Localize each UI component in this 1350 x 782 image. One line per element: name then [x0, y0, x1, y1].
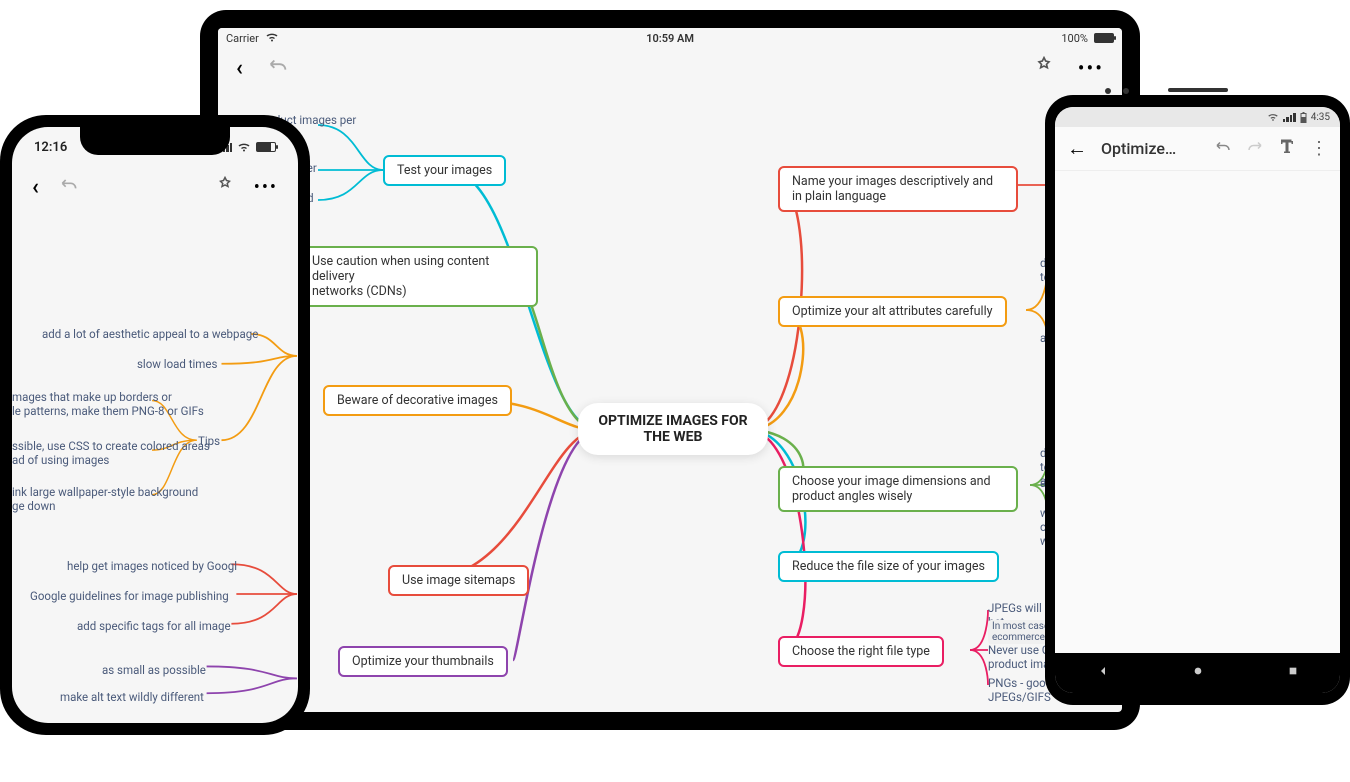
- leaf-t1: mages that make up borders or le pattern…: [12, 390, 204, 418]
- ipad-screen: Carrier 10:59 AM 100% ‹: [218, 28, 1122, 712]
- node-test-images[interactable]: Test your images: [383, 155, 506, 186]
- node-naming[interactable]: Name your images descriptively and in pl…: [778, 166, 1018, 212]
- iphone-canvas[interactable]: add a lot of aesthetic appeal to a webpa…: [12, 207, 298, 723]
- redo-button[interactable]: [1246, 138, 1264, 160]
- android-toolbar: ← Optimize… ⋮: [1055, 127, 1340, 171]
- leaf-th1: as small as possible: [102, 663, 206, 677]
- mindmap-canvas[interactable]: OPTIMIZE IMAGES FOR THE WEB Test your im…: [218, 88, 1122, 712]
- iphone-toolbar: ‹ •••: [12, 167, 298, 207]
- android-statusbar: 4:35: [1055, 107, 1340, 127]
- style-button[interactable]: [216, 176, 234, 198]
- nav-recent[interactable]: [1285, 663, 1301, 683]
- leaf-s2: Google guidelines for image publishing: [30, 589, 229, 603]
- android-navbar: [1055, 653, 1340, 693]
- android-frame: 4:35 ← Optimize… ⋮: [1045, 95, 1350, 705]
- wifi-icon: [237, 142, 251, 152]
- back-button[interactable]: ←: [1067, 136, 1087, 161]
- ipad-time: 10:59 AM: [646, 32, 694, 45]
- node-decorative[interactable]: Beware of decorative images: [323, 385, 512, 416]
- ipad-statusbar: Carrier 10:59 AM 100%: [218, 28, 1122, 48]
- ipad-battery-label: 100%: [1061, 32, 1088, 45]
- node-thumbnails[interactable]: Optimize your thumbnails: [338, 646, 508, 677]
- node-sitemaps[interactable]: Use image sitemaps: [388, 565, 529, 596]
- ipad-toolbar: ‹ •••: [218, 48, 1122, 88]
- more-button[interactable]: •••: [1078, 56, 1104, 80]
- nav-back[interactable]: [1095, 663, 1111, 683]
- battery-icon: [1094, 33, 1114, 43]
- undo-button[interactable]: [1214, 138, 1232, 160]
- leaf-s3: add specific tags for all image: [77, 619, 231, 633]
- ipad-carrier: Carrier: [226, 32, 259, 45]
- back-button[interactable]: ‹: [32, 175, 39, 200]
- android-canvas[interactable]: [1055, 171, 1340, 653]
- center-node[interactable]: OPTIMIZE IMAGES FOR THE WEB: [578, 403, 768, 455]
- format-button[interactable]: [1278, 138, 1296, 160]
- node-filesize[interactable]: Reduce the file size of your images: [778, 551, 999, 582]
- leaf-t3: ink large wallpaper-style background ge …: [12, 485, 198, 513]
- nav-home[interactable]: [1190, 663, 1206, 683]
- ipad-frame: Carrier 10:59 AM 100% ‹: [200, 10, 1140, 730]
- style-button[interactable]: [1034, 56, 1054, 80]
- android-speaker: [1168, 88, 1228, 92]
- android-screen: 4:35 ← Optimize… ⋮: [1055, 107, 1340, 693]
- back-button[interactable]: ‹: [236, 56, 243, 81]
- node-dimensions[interactable]: Choose your image dimensions and product…: [778, 466, 1018, 512]
- android-title: Optimize…: [1101, 139, 1200, 158]
- leaf-s1: help get images noticed by Googl: [67, 559, 237, 573]
- undo-button[interactable]: [267, 55, 289, 81]
- battery-icon: [256, 142, 276, 152]
- android-time: 4:35: [1311, 112, 1330, 123]
- battery-icon: [1300, 112, 1307, 123]
- more-button[interactable]: ⋮: [1310, 138, 1328, 159]
- leaf-t2: ssible, use CSS to create colored areas …: [12, 439, 210, 467]
- more-button[interactable]: •••: [254, 177, 278, 198]
- iphone-screen: 12:16 ‹ •••: [12, 127, 298, 723]
- node-alt[interactable]: Optimize your alt attributes carefully: [778, 296, 1007, 327]
- iphone-time: 12:16: [34, 140, 67, 155]
- android-sensors: [1105, 88, 1129, 94]
- signal-icon: [1283, 113, 1296, 122]
- wifi-icon: [1267, 112, 1279, 122]
- iphone-notch: [80, 127, 230, 155]
- iphone-frame: 12:16 ‹ •••: [0, 115, 310, 735]
- leaf-d1: add a lot of aesthetic appeal to a webpa…: [42, 327, 258, 341]
- node-cdn[interactable]: Use caution when using content delivery …: [298, 246, 538, 307]
- undo-button[interactable]: [59, 175, 79, 199]
- leaf-d2: slow load times: [137, 357, 217, 371]
- node-filetype[interactable]: Choose the right file type: [778, 636, 944, 667]
- wifi-icon: [265, 32, 279, 45]
- leaf-th2: make alt text wildly different: [60, 690, 204, 704]
